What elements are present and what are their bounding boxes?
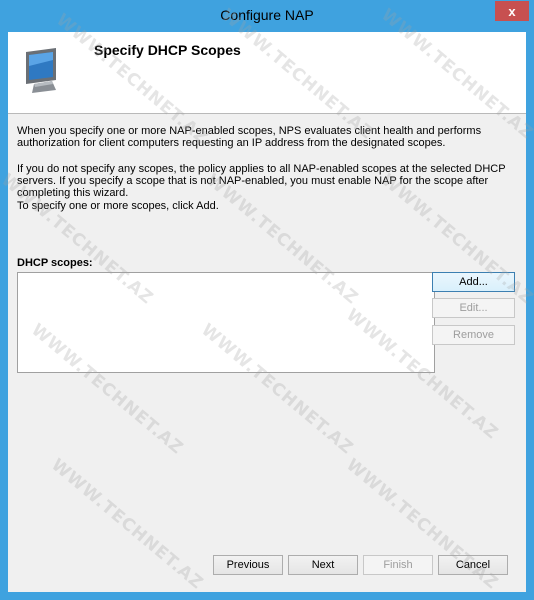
next-button[interactable]: Next xyxy=(288,555,358,575)
remove-button[interactable]: Remove xyxy=(432,325,515,345)
add-button[interactable]: Add... xyxy=(432,272,515,292)
dhcp-scopes-label: DHCP scopes: xyxy=(17,257,93,269)
close-button[interactable]: x xyxy=(495,1,529,21)
description-paragraph-3: To specify one or more scopes, click Add… xyxy=(17,200,219,212)
cancel-button[interactable]: Cancel xyxy=(438,555,508,575)
title-bar[interactable]: Configure NAP x xyxy=(0,0,534,32)
window-title: Configure NAP xyxy=(220,7,314,23)
wizard-header: Specify DHCP Scopes xyxy=(8,32,526,114)
close-icon: x xyxy=(508,3,516,19)
configure-nap-window: Configure NAP x Specify DHCP Scopes When… xyxy=(0,0,534,600)
description-paragraph-2: If you do not specify any scopes, the po… xyxy=(17,163,506,199)
page-title: Specify DHCP Scopes xyxy=(94,42,241,58)
computer-monitor-icon xyxy=(26,48,56,93)
description-paragraph-1: When you specify one or more NAP-enabled… xyxy=(17,125,482,149)
dhcp-scopes-list[interactable] xyxy=(17,272,435,373)
finish-button[interactable]: Finish xyxy=(363,555,433,575)
edit-button[interactable]: Edit... xyxy=(432,298,515,318)
dialog-client-area: Specify DHCP Scopes When you specify one… xyxy=(8,32,526,592)
previous-button[interactable]: Previous xyxy=(213,555,283,575)
